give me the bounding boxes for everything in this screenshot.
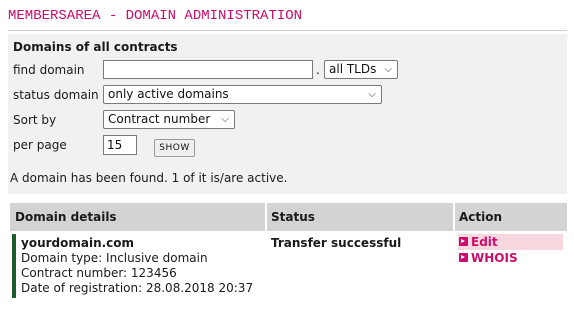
status-select-value: only active domains [108,87,229,101]
registration-date: Date of registration: 28.08.2018 20:37 [21,281,254,295]
page-title: MEMBERSAREA - DOMAIN ADMINISTRATION [8,8,303,24]
chevron-down-icon: ⌵ [384,64,392,75]
domain-name: yourdomain.com [21,236,135,250]
tld-select[interactable]: all TLDs ⌵ [324,60,398,79]
status-domain-select[interactable]: only active domains ⌵ [103,85,382,104]
column-header-domain-details: Domain details [10,203,265,231]
tld-dot: . [316,63,320,77]
arrow-right-icon [459,237,468,246]
edit-link[interactable]: Edit [459,235,498,250]
domain-type: Domain type: Inclusive domain [21,251,208,265]
filter-section-title: Domains of all contracts [13,40,178,54]
status-domain-label: status domain [13,88,99,102]
column-header-action: Action [455,203,567,231]
contract-number: Contract number: 123456 [21,266,177,280]
whois-link[interactable]: WHOIS [459,251,518,266]
domain-status: Transfer successful [271,236,402,250]
whois-link-label: WHOIS [471,251,518,265]
edit-link-label: Edit [471,235,498,249]
sort-select-value: Contract number [108,112,211,126]
find-domain-label: find domain [13,63,85,77]
table-row: yourdomain.com Domain type: Inclusive do… [10,234,567,299]
per-page-label: per page [13,138,67,152]
sort-by-select[interactable]: Contract number ⌵ [103,110,235,129]
result-message: A domain has been found. 1 of it is/are … [10,171,288,185]
chevron-down-icon: ⌵ [368,89,376,100]
row-status-marker [12,234,16,298]
arrow-right-icon [459,253,468,262]
per-page-input[interactable] [103,135,137,155]
find-domain-input[interactable] [103,60,313,79]
chevron-down-icon: ⌵ [221,114,229,125]
tld-select-value: all TLDs [329,62,377,76]
column-header-status: Status [267,203,453,231]
filter-panel: Domains of all contracts find domain . a… [8,34,567,194]
show-button[interactable]: SHOW [154,139,195,157]
page-header: MEMBERSAREA - DOMAIN ADMINISTRATION [8,8,567,31]
sort-by-label: Sort by [13,113,57,127]
